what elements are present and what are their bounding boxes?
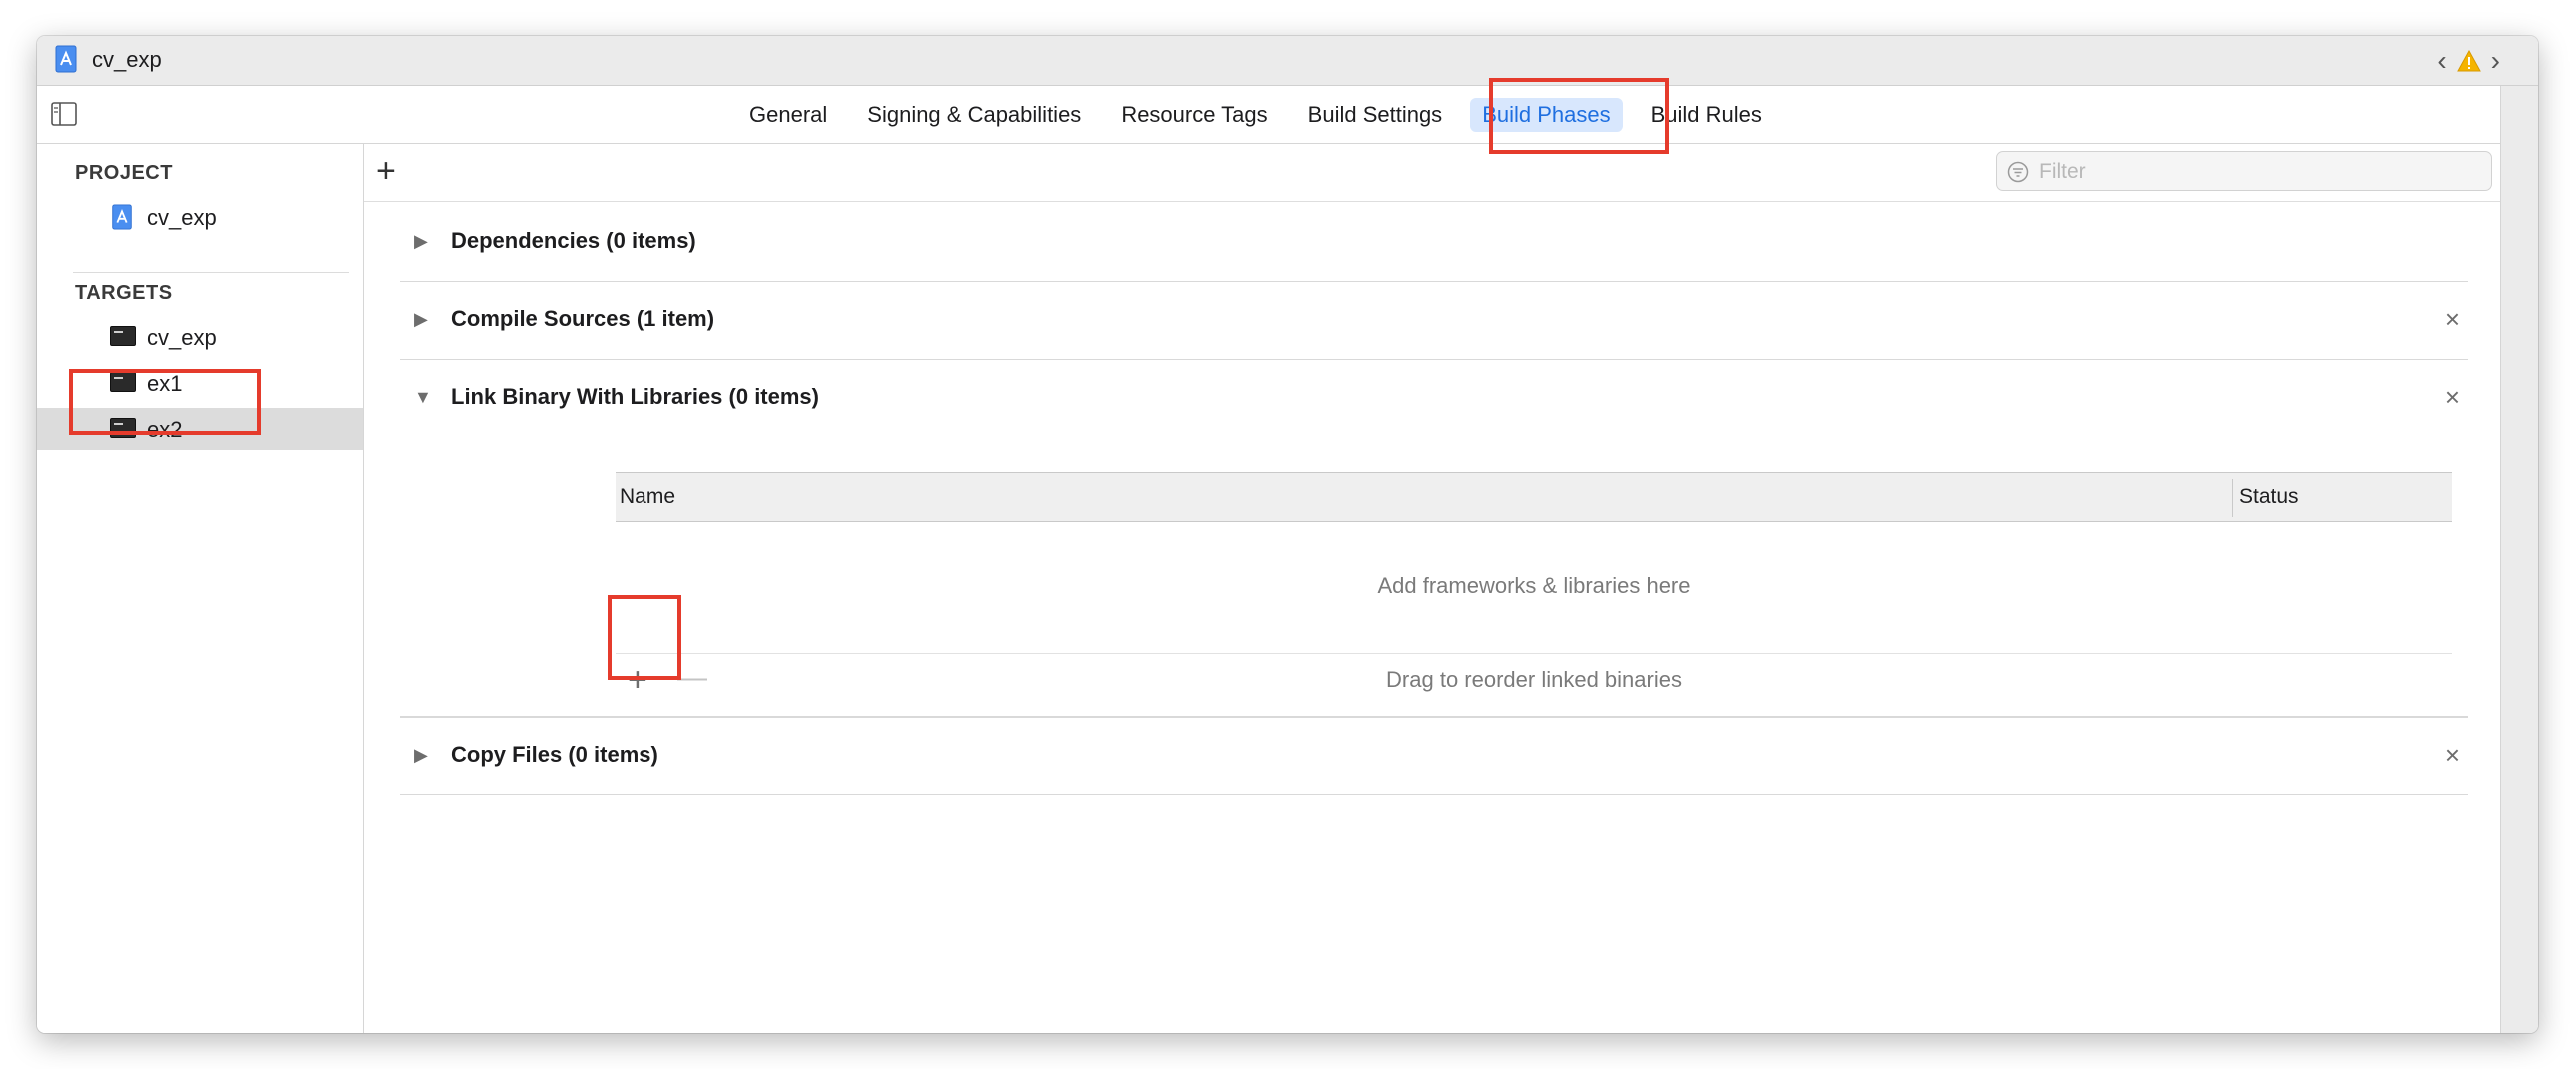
phase-title[interactable]: Compile Sources (1 item) bbox=[451, 306, 714, 332]
sidebar-item-project-cv-exp[interactable]: cv_exp bbox=[37, 196, 363, 238]
targets-section-header: TARGETS bbox=[75, 282, 173, 304]
build-phases-editor: + Filter ▶ Dependencies (0 items) ▶ Comp… bbox=[364, 144, 2500, 1033]
libraries-empty-message: Add frameworks & libraries here bbox=[1377, 573, 1691, 598]
column-separator bbox=[2232, 479, 2233, 517]
libraries-table-header: Name Status bbox=[616, 472, 2452, 522]
sidebar-item-label: ex2 bbox=[147, 417, 183, 442]
sidebar-item-target-ex1[interactable]: ex1 bbox=[37, 362, 363, 404]
sidebar-item-target-ex2[interactable]: ex2 bbox=[37, 408, 363, 450]
tab-general[interactable]: General bbox=[737, 98, 839, 132]
remove-phase-icon[interactable]: × bbox=[2445, 382, 2460, 413]
column-header-name[interactable]: Name bbox=[620, 485, 675, 509]
drag-reorder-hint: Drag to reorder linked binaries bbox=[1386, 667, 1682, 692]
project-section-header: PROJECT bbox=[75, 162, 173, 184]
xcode-project-icon bbox=[112, 204, 132, 230]
tab-build-settings[interactable]: Build Settings bbox=[1296, 98, 1455, 132]
nav-controls: ‹ › bbox=[2437, 44, 2500, 78]
disclosure-triangle-icon[interactable]: ▶ bbox=[414, 309, 428, 330]
disclosure-triangle-icon[interactable]: ▼ bbox=[414, 387, 432, 408]
add-build-phase-button[interactable]: + bbox=[376, 154, 396, 188]
project-navigator: PROJECT cv_exp TARGETS cv_exp ex1 ex2 bbox=[37, 144, 364, 1033]
warning-icon[interactable] bbox=[2456, 50, 2481, 72]
xcode-window: cv_exp ‹ › General Signing & Capabilitie… bbox=[37, 36, 2538, 1033]
xcode-project-icon bbox=[55, 45, 77, 73]
tab-build-phases[interactable]: Build Phases bbox=[1470, 98, 1623, 132]
column-header-status[interactable]: Status bbox=[2239, 485, 2299, 509]
terminal-target-icon bbox=[110, 326, 136, 346]
filter-field[interactable]: Filter bbox=[1996, 151, 2492, 191]
sidebar-item-label: cv_exp bbox=[147, 325, 217, 350]
sidebar-item-label: ex1 bbox=[147, 371, 183, 396]
window-title: cv_exp bbox=[92, 47, 162, 72]
title-bar: cv_exp ‹ › bbox=[37, 36, 2538, 86]
tab-list: General Signing & Capabilities Resource … bbox=[737, 98, 1790, 132]
remove-phase-icon[interactable]: × bbox=[2445, 740, 2460, 771]
scrollbar-gutter[interactable] bbox=[2500, 86, 2538, 1033]
link-binary-body: Name Status Add frameworks & libraries h… bbox=[400, 472, 2468, 717]
libraries-table: Name Status Add frameworks & libraries h… bbox=[616, 472, 2452, 697]
nav-back-icon[interactable]: ‹ bbox=[2437, 46, 2446, 76]
phase-title[interactable]: Link Binary With Libraries (0 items) bbox=[451, 384, 819, 410]
tab-resource-tags[interactable]: Resource Tags bbox=[1109, 98, 1279, 132]
sidebar-divider bbox=[73, 272, 349, 273]
phase-link-binary-header: ▼ Link Binary With Libraries (0 items) × bbox=[400, 360, 2468, 438]
filter-placeholder: Filter bbox=[2039, 160, 2086, 183]
nav-forward-icon[interactable]: › bbox=[2491, 46, 2500, 76]
sidebar-item-target-cv-exp[interactable]: cv_exp bbox=[37, 316, 363, 358]
phase-title[interactable]: Copy Files (0 items) bbox=[451, 742, 658, 768]
terminal-target-icon bbox=[110, 372, 136, 392]
disclosure-triangle-icon[interactable]: ▶ bbox=[414, 231, 428, 252]
remove-phase-icon[interactable]: × bbox=[2445, 304, 2460, 335]
sidebar-item-label: cv_exp bbox=[147, 205, 217, 230]
phase-title[interactable]: Dependencies (0 items) bbox=[451, 228, 696, 254]
libraries-footer-divider bbox=[616, 653, 2452, 654]
phase-compile-sources: ▶ Compile Sources (1 item) × bbox=[400, 282, 2468, 360]
phase-copy-files: ▶ Copy Files (0 items) × bbox=[400, 717, 2468, 795]
filter-icon bbox=[2007, 161, 2029, 183]
phase-dependencies: ▶ Dependencies (0 items) bbox=[400, 204, 2468, 282]
editor-tab-bar: General Signing & Capabilities Resource … bbox=[37, 86, 2500, 144]
phases-toolbar: + Filter bbox=[364, 144, 2500, 202]
disclosure-triangle-icon[interactable]: ▶ bbox=[414, 745, 428, 766]
sidebar-toggle-icon[interactable] bbox=[51, 102, 77, 126]
terminal-target-icon bbox=[110, 418, 136, 438]
tab-build-rules[interactable]: Build Rules bbox=[1639, 98, 1774, 132]
tab-signing-capabilities[interactable]: Signing & Capabilities bbox=[855, 98, 1093, 132]
